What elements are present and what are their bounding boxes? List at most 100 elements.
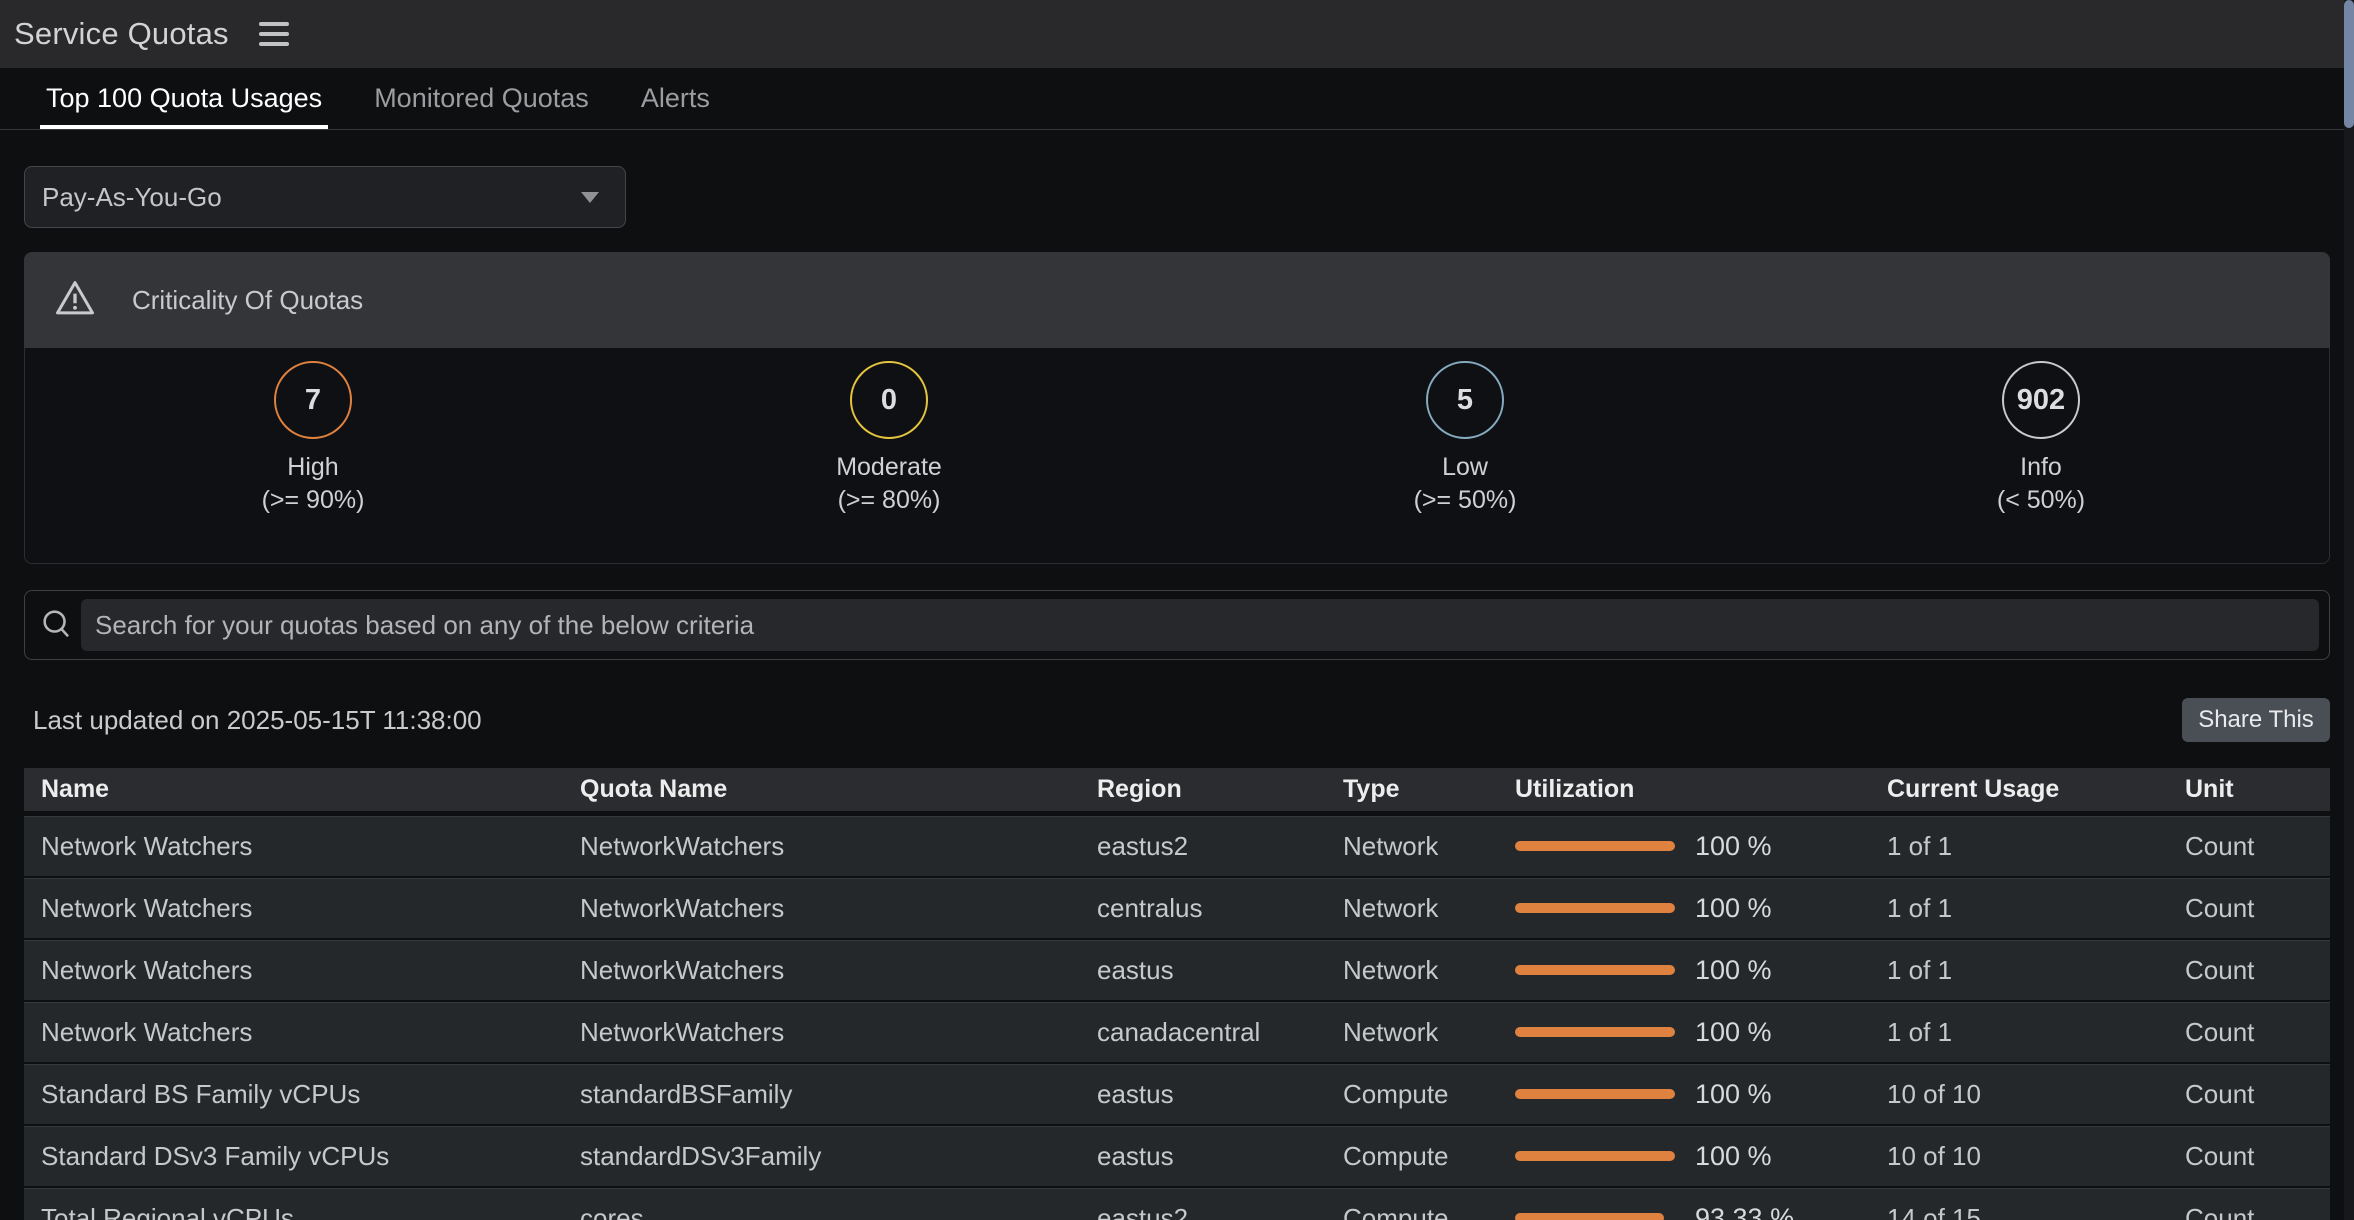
- criticality-panel-title: Criticality Of Quotas: [132, 285, 363, 316]
- cell-unit: Count: [2185, 1079, 2330, 1110]
- cell-current-usage: 10 of 10: [1887, 1079, 2185, 1110]
- cell-quota-name: NetworkWatchers: [580, 1017, 1097, 1048]
- moderate-label: Moderate: [836, 451, 942, 484]
- cell-type: Compute: [1343, 1203, 1515, 1220]
- menu-icon[interactable]: [255, 18, 293, 50]
- table-body: Network Watchers NetworkWatchers eastus2…: [24, 816, 2330, 1220]
- cell-name: Network Watchers: [41, 893, 580, 924]
- cell-utilization: 100 %: [1515, 1141, 1887, 1172]
- tab-top-100-quota-usages[interactable]: Top 100 Quota Usages: [40, 68, 328, 129]
- cell-unit: Count: [2185, 893, 2330, 924]
- utilization-bar-fill: [1515, 1213, 1664, 1220]
- high-label: High: [287, 451, 338, 484]
- utilization-bar: [1515, 1151, 1675, 1161]
- cell-region: centralus: [1097, 893, 1343, 924]
- utilization-value: 93.33 %: [1695, 1203, 1794, 1220]
- cell-current-usage: 10 of 10: [1887, 1141, 2185, 1172]
- column-header-type[interactable]: Type: [1343, 775, 1515, 804]
- cell-utilization: 100 %: [1515, 955, 1887, 986]
- table-row[interactable]: Standard BS Family vCPUs standardBSFamil…: [24, 1064, 2330, 1126]
- cell-quota-name: cores: [580, 1203, 1097, 1220]
- cell-name: Standard BS Family vCPUs: [41, 1079, 580, 1110]
- info-threshold: (< 50%): [1997, 484, 2085, 517]
- cell-utilization: 100 %: [1515, 893, 1887, 924]
- utilization-bar: [1515, 903, 1675, 913]
- cell-current-usage: 1 of 1: [1887, 831, 2185, 862]
- table-header-row: Name Quota Name Region Type Utilization …: [24, 768, 2330, 816]
- column-header-name[interactable]: Name: [41, 775, 580, 804]
- cell-quota-name: NetworkWatchers: [580, 831, 1097, 862]
- utilization-bar: [1515, 1027, 1675, 1037]
- search-input[interactable]: [81, 599, 2319, 651]
- cell-type: Compute: [1343, 1141, 1515, 1172]
- cell-type: Network: [1343, 1017, 1515, 1048]
- cell-region: eastus: [1097, 1141, 1343, 1172]
- low-count-circle: 5: [1426, 361, 1504, 439]
- utilization-value: 100 %: [1695, 1141, 1772, 1172]
- utilization-value: 100 %: [1695, 1079, 1772, 1110]
- cell-type: Compute: [1343, 1079, 1515, 1110]
- utilization-value: 100 %: [1695, 831, 1772, 862]
- cell-quota-name: NetworkWatchers: [580, 893, 1097, 924]
- search-container: [24, 590, 2330, 660]
- column-header-region[interactable]: Region: [1097, 775, 1343, 804]
- plan-select[interactable]: Pay-As-You-Go: [24, 166, 626, 228]
- utilization-bar-fill: [1515, 903, 1675, 913]
- tab-bar: Top 100 Quota Usages Monitored Quotas Al…: [0, 68, 2354, 130]
- cell-utilization: 100 %: [1515, 831, 1887, 862]
- cell-type: Network: [1343, 893, 1515, 924]
- cell-name: Network Watchers: [41, 831, 580, 862]
- search-icon: [39, 606, 73, 645]
- criticality-badge-high: 7 High (>= 90%): [25, 348, 601, 563]
- info-count: 902: [2017, 384, 2065, 417]
- tab-alerts[interactable]: Alerts: [635, 68, 716, 129]
- cell-current-usage: 14 of 15: [1887, 1203, 2185, 1220]
- high-count: 7: [305, 384, 321, 417]
- table-row[interactable]: Network Watchers NetworkWatchers eastus …: [24, 940, 2330, 1002]
- low-label: Low: [1442, 451, 1488, 484]
- moderate-threshold: (>= 80%): [838, 484, 941, 517]
- plan-select-value: Pay-As-You-Go: [42, 182, 222, 213]
- moderate-count: 0: [881, 384, 897, 417]
- table-row[interactable]: Network Watchers NetworkWatchers canadac…: [24, 1002, 2330, 1064]
- column-header-utilization[interactable]: Utilization: [1515, 775, 1887, 804]
- cell-region: eastus: [1097, 1079, 1343, 1110]
- table-row[interactable]: Network Watchers NetworkWatchers central…: [24, 878, 2330, 940]
- criticality-panel-body: 7 High (>= 90%) 0 Moderate (>= 80%) 5 Lo…: [24, 348, 2330, 564]
- criticality-panel-header: Criticality Of Quotas: [24, 252, 2330, 348]
- cell-region: eastus: [1097, 955, 1343, 986]
- cell-region: eastus2: [1097, 1203, 1343, 1220]
- table-row[interactable]: Standard DSv3 Family vCPUs standardDSv3F…: [24, 1126, 2330, 1188]
- cell-name: Network Watchers: [41, 955, 580, 986]
- cell-utilization: 100 %: [1515, 1079, 1887, 1110]
- caret-down-icon: [581, 192, 599, 203]
- cell-unit: Count: [2185, 1017, 2330, 1048]
- cell-utilization: 100 %: [1515, 1017, 1887, 1048]
- column-header-quota-name[interactable]: Quota Name: [580, 775, 1097, 804]
- main-content: Pay-As-You-Go Criticality Of Quotas 7 Hi…: [24, 166, 2330, 1220]
- utilization-bar: [1515, 1089, 1675, 1099]
- table-row[interactable]: Network Watchers NetworkWatchers eastus2…: [24, 816, 2330, 878]
- last-updated-text: Last updated on 2025-05-15T 11:38:00: [33, 705, 482, 736]
- tab-monitored-quotas[interactable]: Monitored Quotas: [368, 68, 595, 129]
- utilization-value: 100 %: [1695, 955, 1772, 986]
- cell-unit: Count: [2185, 1203, 2330, 1220]
- share-button[interactable]: Share This: [2182, 698, 2330, 742]
- cell-quota-name: NetworkWatchers: [580, 955, 1097, 986]
- column-header-current-usage[interactable]: Current Usage: [1887, 775, 2185, 804]
- status-row: Last updated on 2025-05-15T 11:38:00 Sha…: [24, 698, 2330, 742]
- cell-type: Network: [1343, 955, 1515, 986]
- cell-current-usage: 1 of 1: [1887, 893, 2185, 924]
- scrollbar-thumb[interactable]: [2344, 0, 2354, 128]
- cell-current-usage: 1 of 1: [1887, 955, 2185, 986]
- table-row[interactable]: Total Regional vCPUs cores eastus2 Compu…: [24, 1188, 2330, 1220]
- column-header-unit[interactable]: Unit: [2185, 775, 2330, 804]
- criticality-badge-moderate: 0 Moderate (>= 80%): [601, 348, 1177, 563]
- scrollbar-track[interactable]: [2344, 0, 2354, 1220]
- warning-icon: [54, 277, 96, 324]
- utilization-bar: [1515, 1213, 1675, 1220]
- cell-unit: Count: [2185, 1141, 2330, 1172]
- cell-name: Standard DSv3 Family vCPUs: [41, 1141, 580, 1172]
- cell-name: Network Watchers: [41, 1017, 580, 1048]
- info-count-circle: 902: [2002, 361, 2080, 439]
